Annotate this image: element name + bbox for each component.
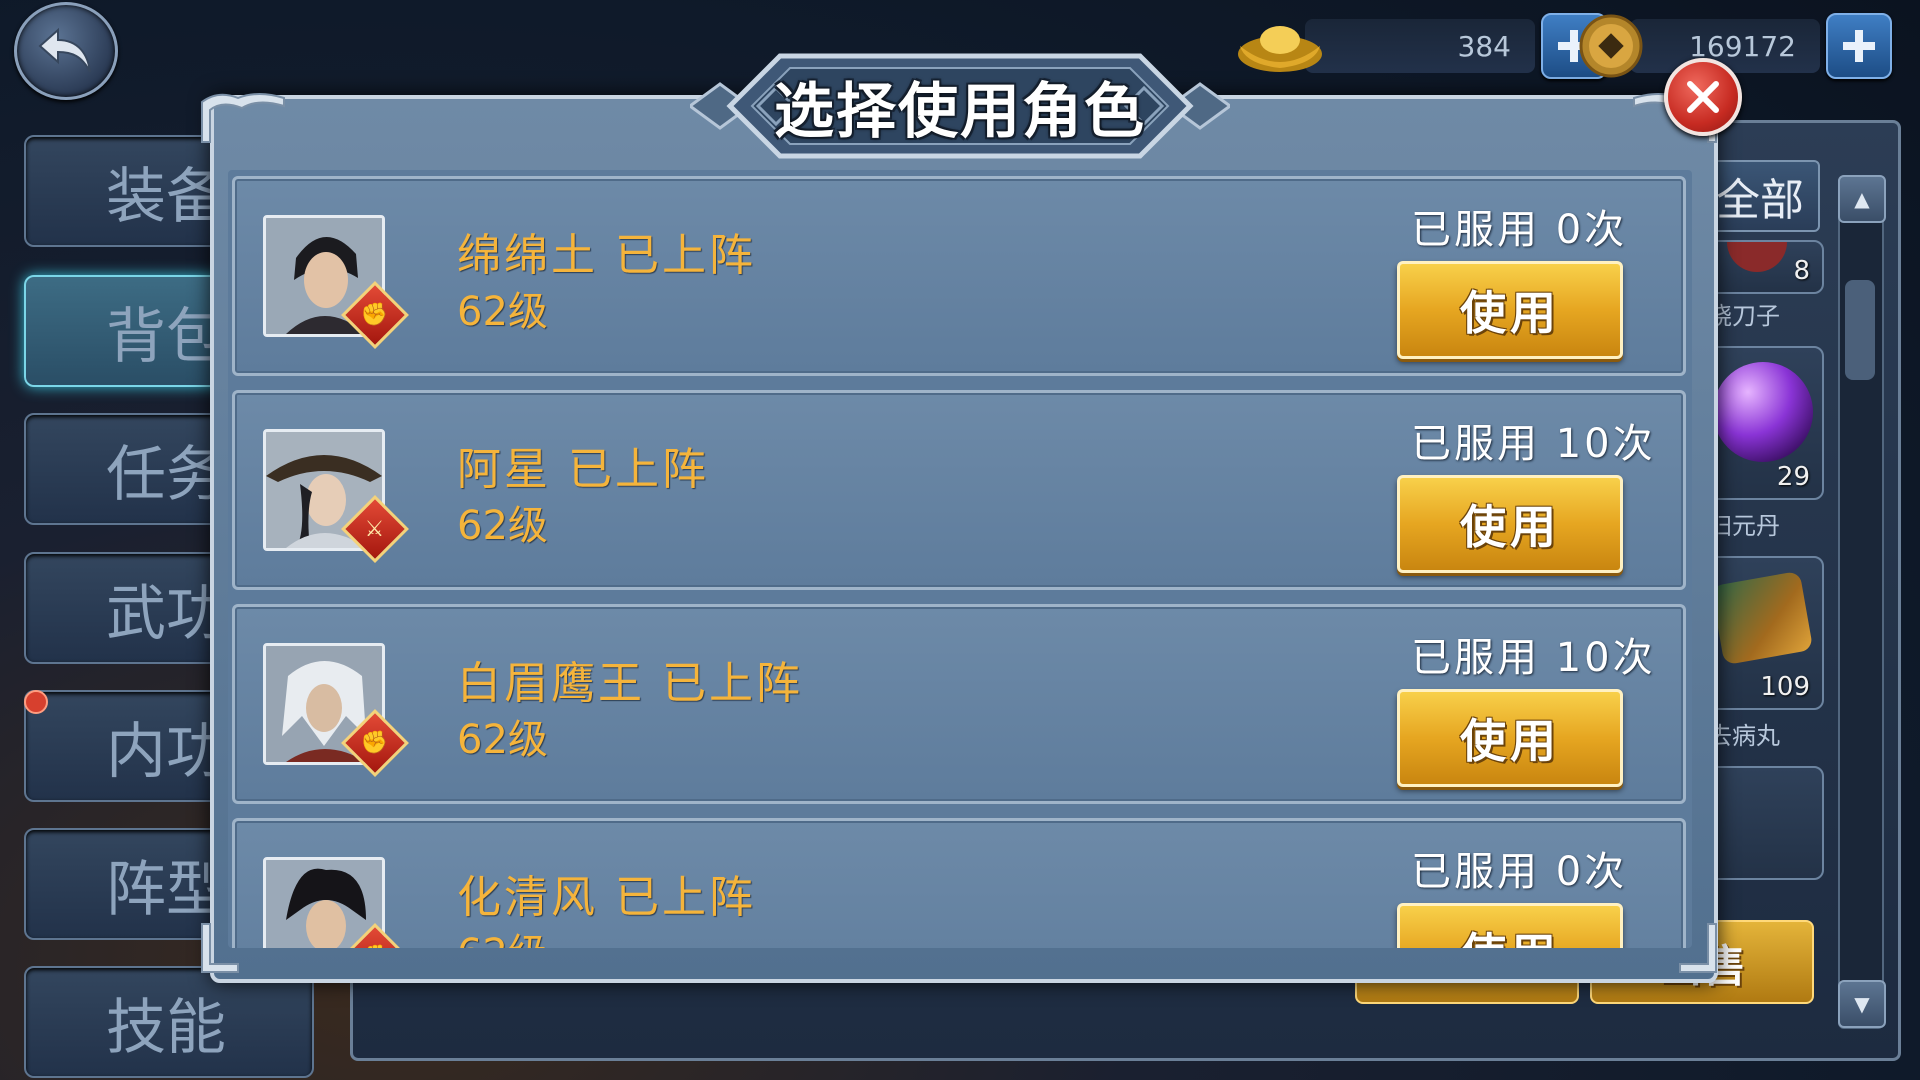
coin-icon bbox=[1579, 14, 1643, 78]
gold-ingot-currency: 384 bbox=[1235, 13, 1607, 79]
role-row: ✊ 白眉鹰王 已上阵 62级 已服用 10次 使用 bbox=[232, 604, 1686, 804]
treasure-box-icon bbox=[1710, 570, 1814, 666]
use-button[interactable]: 使用 bbox=[1397, 689, 1623, 787]
fist-icon: ✊ bbox=[361, 730, 389, 756]
arrow-down-icon: ▼ bbox=[1854, 992, 1870, 1016]
role-list[interactable]: ✊ 绵绵土 已上阵 62级 已服用 0次 使用 ⚔ 阿星 已上阵 62级 已服用… bbox=[228, 170, 1692, 948]
role-level: 62级 bbox=[457, 503, 548, 549]
corner-ornament-icon bbox=[201, 93, 285, 143]
back-arrow-icon bbox=[38, 27, 91, 73]
pill-orb-icon bbox=[1713, 362, 1813, 462]
corner-ornament-icon bbox=[1679, 923, 1717, 973]
fist-icon: ✊ bbox=[361, 945, 388, 949]
role-level: 62级 bbox=[457, 289, 548, 335]
add-coin-button[interactable] bbox=[1826, 13, 1892, 79]
role-name: 绵绵土 已上阵 bbox=[457, 230, 756, 281]
scroll-thumb[interactable] bbox=[1845, 280, 1875, 380]
arrow-up-icon: ▲ bbox=[1854, 187, 1870, 211]
role-row: ⚔ 阿星 已上阵 62级 已服用 10次 使用 bbox=[232, 390, 1686, 590]
bag-item-slot[interactable]: 8 bbox=[1705, 240, 1824, 294]
tab-label: 背包 bbox=[106, 301, 226, 372]
role-row: ✊ 化清风 已上阵 62级 已服用 0次 使用 bbox=[232, 818, 1686, 948]
filter-tab-all[interactable]: 全部 bbox=[1700, 160, 1820, 232]
role-name: 化清风 已上阵 bbox=[457, 872, 756, 923]
item-name: 烧刀子 bbox=[1708, 302, 1780, 330]
role-row: ✊ 绵绵土 已上阵 62级 已服用 0次 使用 bbox=[232, 176, 1686, 376]
use-button[interactable]: 使用 bbox=[1397, 261, 1623, 359]
coin-currency: 169172 bbox=[1578, 13, 1892, 79]
item-name: 去病丸 bbox=[1708, 722, 1780, 750]
close-button[interactable] bbox=[1664, 58, 1742, 136]
close-icon bbox=[1687, 81, 1719, 113]
used-count: 已服用 10次 bbox=[1411, 421, 1656, 467]
used-count: 已服用 0次 bbox=[1411, 207, 1628, 253]
tab-label: 任务 bbox=[106, 439, 226, 510]
notification-dot bbox=[24, 690, 48, 714]
fist-icon: ✊ bbox=[361, 302, 389, 328]
tab-label: 技能 bbox=[106, 992, 226, 1063]
filter-tab-label: 全部 bbox=[1716, 175, 1804, 226]
tab-label: 阵型 bbox=[106, 854, 226, 925]
bag-item-slot[interactable] bbox=[1705, 766, 1824, 880]
role-level: 62级 bbox=[457, 717, 548, 763]
plus-icon bbox=[1843, 30, 1875, 62]
used-count: 已服用 10次 bbox=[1411, 635, 1656, 681]
scroll-up-button[interactable]: ▲ bbox=[1838, 175, 1886, 223]
gold-ingot-icon bbox=[1238, 26, 1322, 72]
tab-label: 武功 bbox=[106, 578, 226, 649]
sword-icon: ⚔ bbox=[365, 516, 385, 542]
use-button[interactable]: 使用 bbox=[1397, 903, 1623, 948]
tab-label: 装备 bbox=[106, 161, 226, 232]
item-count: 8 bbox=[1793, 256, 1810, 286]
role-name: 白眉鹰王 已上阵 bbox=[457, 658, 803, 709]
scroll-down-button[interactable]: ▼ bbox=[1838, 980, 1886, 1028]
role-name: 阿星 已上阵 bbox=[457, 444, 709, 495]
back-button[interactable] bbox=[14, 2, 118, 100]
gold-ingot-amount: 384 bbox=[1305, 19, 1535, 73]
item-count: 29 bbox=[1776, 462, 1810, 492]
corner-ornament-icon bbox=[201, 923, 239, 973]
bag-item-slot[interactable]: 109 bbox=[1705, 556, 1824, 710]
item-count: 109 bbox=[1760, 672, 1810, 702]
bag-item-slot[interactable]: 29 bbox=[1705, 346, 1824, 500]
role-level: 62级 bbox=[457, 921, 548, 948]
dialog-title: 选择使用角色 bbox=[774, 76, 1146, 147]
tab-label: 内功 bbox=[106, 716, 226, 787]
use-button[interactable]: 使用 bbox=[1397, 475, 1623, 573]
used-count: 已服用 0次 bbox=[1411, 849, 1628, 895]
item-name: 归元丹 bbox=[1708, 512, 1780, 540]
wine-jar-icon bbox=[1727, 242, 1787, 272]
